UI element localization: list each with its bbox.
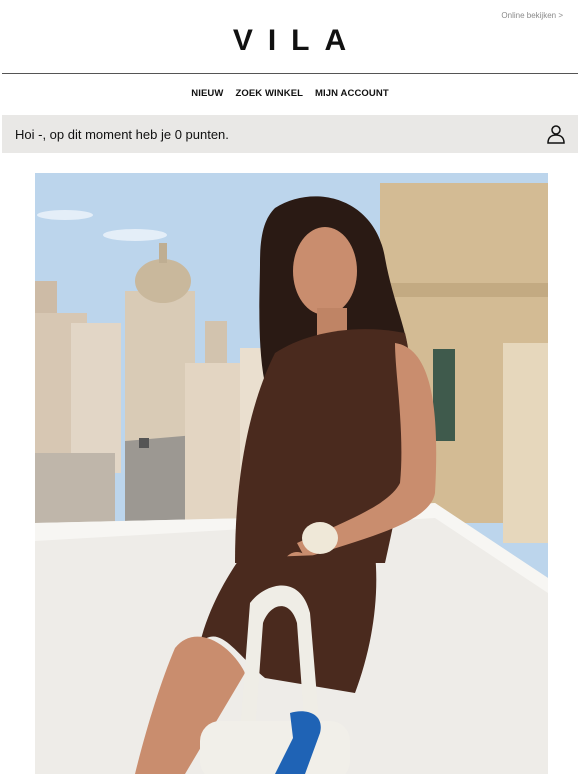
hero-photo (35, 173, 548, 774)
loyalty-points-bar: Hoi -, op dit moment heb je 0 punten. (2, 115, 578, 153)
email-header: Online bekijken > VILA (0, 0, 580, 74)
brand-logo[interactable]: VILA (0, 26, 580, 56)
hero-image[interactable] (35, 173, 548, 774)
nav-item-mijn-account[interactable]: MIJN ACCOUNT (315, 88, 389, 99)
main-nav: NIEUW ZOEK WINKEL MIJN ACCOUNT (0, 88, 580, 99)
user-icon[interactable] (546, 124, 566, 144)
view-online-link[interactable]: Online bekijken > (501, 11, 563, 20)
header-divider (2, 73, 578, 74)
points-greeting: Hoi -, op dit moment heb je 0 punten. (15, 126, 229, 142)
nav-item-zoek-winkel[interactable]: ZOEK WINKEL (235, 88, 303, 99)
nav-item-nieuw[interactable]: NIEUW (191, 88, 223, 99)
